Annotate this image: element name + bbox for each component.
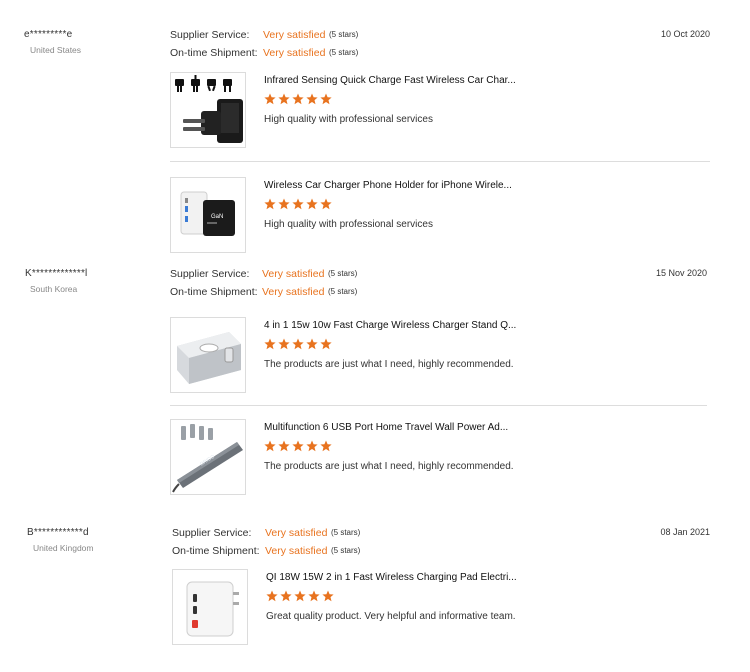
supplier-service-value: Very satisfied [265, 527, 328, 539]
star-icon [292, 440, 304, 452]
on-time-shipment-value: Very satisfied [265, 545, 328, 557]
supplier-service-stars: (5 stars) [331, 528, 361, 537]
product-image[interactable] [170, 72, 246, 148]
supplier-service-label: Supplier Service: [170, 268, 250, 280]
buyer-name: e*********e [24, 29, 73, 40]
product-comment: Great quality product. Very helpful and … [266, 611, 516, 622]
product-title[interactable]: Infrared Sensing Quick Charge Fast Wirel… [264, 75, 516, 86]
wall-charger-image [173, 570, 247, 644]
on-time-shipment-label: On-time Shipment: [170, 286, 258, 298]
on-time-shipment-value: Very satisfied [263, 47, 326, 59]
on-time-shipment-row: On-time Shipment: Very satisfied (5 star… [170, 44, 358, 62]
star-icon [320, 440, 332, 452]
on-time-shipment-row: On-time Shipment: Very satisfied (5 star… [172, 542, 360, 560]
supplier-service-value: Very satisfied [263, 29, 326, 41]
charger-pair-image: GaN [171, 178, 245, 252]
plug-adapter-image [171, 73, 245, 147]
product-comment: The products are just what I need, highl… [264, 461, 514, 472]
on-time-shipment-row: On-time Shipment: Very satisfied (5 star… [170, 283, 357, 301]
svg-text:GaN: GaN [211, 214, 223, 220]
star-icon [278, 93, 290, 105]
review-ratings: Supplier Service: Very satisfied (5 star… [172, 524, 360, 560]
buyer-country: United Kingdom [33, 543, 94, 553]
star-icon [306, 338, 318, 350]
product-image[interactable] [172, 569, 248, 645]
review-ratings: Supplier Service: Very satisfied (5 star… [170, 26, 358, 62]
review-product: Infrared Sensing Quick Charge Fast Wirel… [170, 72, 710, 148]
supplier-service-label: Supplier Service: [172, 527, 252, 539]
product-rating-stars [264, 198, 332, 210]
star-icon [264, 338, 276, 350]
product-comment: High quality with professional services [264, 114, 433, 125]
product-title[interactable]: Wireless Car Charger Phone Holder for iP… [264, 180, 512, 191]
star-icon [306, 198, 318, 210]
buyer-country: South Korea [30, 284, 78, 294]
product-title[interactable]: 4 in 1 15w 10w Fast Charge Wireless Char… [264, 320, 516, 331]
product-title[interactable]: QI 18W 15W 2 in 1 Fast Wireless Charging… [266, 572, 517, 583]
star-icon [292, 338, 304, 350]
usb-hub-cable-image: ORICO [171, 420, 245, 494]
on-time-shipment-value: Very satisfied [262, 286, 325, 298]
star-icon [266, 590, 278, 602]
supplier-service-stars: (5 stars) [329, 30, 359, 39]
on-time-shipment-label: On-time Shipment: [172, 545, 260, 557]
star-icon [306, 440, 318, 452]
star-icon [278, 338, 290, 350]
product-comment: High quality with professional services [264, 219, 433, 230]
product-title[interactable]: Multifunction 6 USB Port Home Travel Wal… [264, 422, 508, 433]
review-date: 08 Jan 2021 [660, 527, 710, 537]
on-time-shipment-label: On-time Shipment: [170, 47, 258, 59]
review-ratings: Supplier Service: Very satisfied (5 star… [170, 265, 357, 301]
star-icon [264, 93, 276, 105]
star-icon [280, 590, 292, 602]
star-icon [292, 198, 304, 210]
supplier-service-row: Supplier Service: Very satisfied (5 star… [170, 26, 358, 44]
supplier-service-value: Very satisfied [262, 268, 325, 280]
star-icon [278, 440, 290, 452]
star-icon [292, 93, 304, 105]
product-comment: The products are just what I need, highl… [264, 359, 514, 370]
review-date: 10 Oct 2020 [660, 29, 710, 39]
on-time-shipment-stars: (5 stars) [329, 48, 359, 57]
product-image[interactable]: ORICO [170, 419, 246, 495]
product-rating-stars [264, 440, 332, 452]
review-product: ORICO Multifunction 6 USB Port Home Trav… [170, 419, 710, 495]
divider [170, 161, 710, 162]
buyer-country: United States [30, 45, 82, 55]
star-icon [264, 198, 276, 210]
star-icon [294, 590, 306, 602]
buyer-name: B************d [27, 527, 89, 538]
supplier-service-stars: (5 stars) [328, 269, 358, 278]
product-rating-stars [266, 590, 334, 602]
review-product: GaN Wireless Car Charger Phone Holder fo… [170, 177, 710, 253]
on-time-shipment-stars: (5 stars) [328, 287, 358, 296]
star-icon [308, 590, 320, 602]
star-icon [320, 93, 332, 105]
supplier-service-row: Supplier Service: Very satisfied (5 star… [172, 524, 360, 542]
on-time-shipment-stars: (5 stars) [331, 546, 361, 555]
star-icon [320, 338, 332, 350]
product-rating-stars [264, 338, 332, 350]
product-image[interactable]: GaN [170, 177, 246, 253]
supplier-service-label: Supplier Service: [170, 29, 250, 41]
review-product: 4 in 1 15w 10w Fast Charge Wireless Char… [170, 317, 710, 393]
divider [170, 405, 707, 406]
star-icon [322, 590, 334, 602]
star-icon [306, 93, 318, 105]
product-rating-stars [264, 93, 332, 105]
review-product: QI 18W 15W 2 in 1 Fast Wireless Charging… [172, 569, 712, 645]
product-image[interactable] [170, 317, 246, 393]
star-icon [320, 198, 332, 210]
star-icon [264, 440, 276, 452]
buyer-name: K*************l [25, 268, 88, 279]
usb-hub-stand-image [171, 318, 245, 392]
star-icon [278, 198, 290, 210]
supplier-service-row: Supplier Service: Very satisfied (5 star… [170, 265, 357, 283]
review-date: 15 Nov 2020 [655, 268, 707, 278]
